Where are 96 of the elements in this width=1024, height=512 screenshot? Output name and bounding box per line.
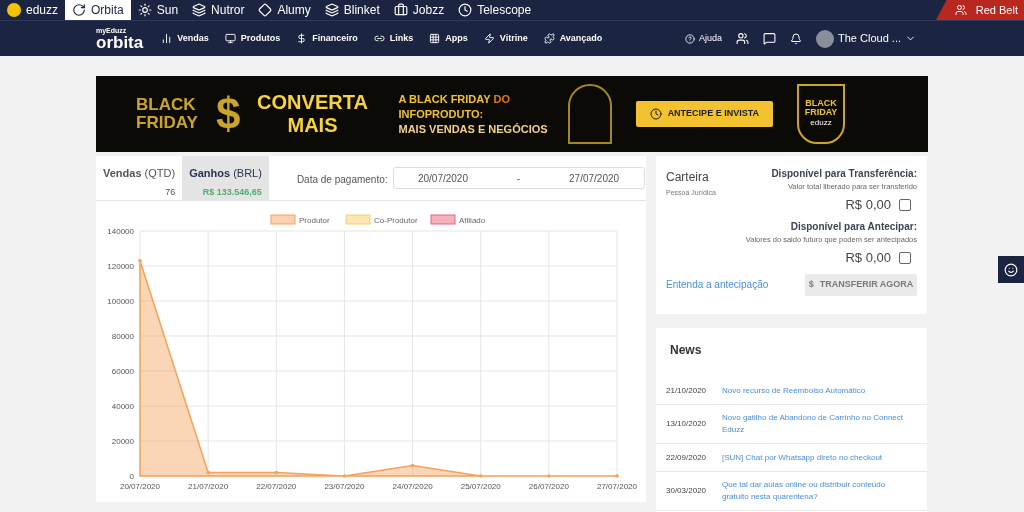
avatar[interactable] (816, 29, 834, 48)
legend-label: Afiliado (459, 216, 486, 225)
axis-label: 80000 (111, 332, 134, 341)
help-link[interactable]: Ajuda (685, 31, 722, 46)
logo-icon (7, 3, 21, 17)
news-link[interactable]: Novo gatilho de Abandono de Carrinho no Connect Eduzz (722, 412, 912, 436)
stack-icon (324, 3, 339, 17)
nav-link[interactable]: Links (365, 31, 422, 46)
section-title: Disponível para Transferência: (771, 167, 917, 181)
axis-label: 25/07/2020 (460, 482, 501, 491)
nav-link[interactable]: Financeiro (288, 31, 366, 46)
app-tab[interactable]: Alumy (251, 0, 318, 20)
badge-title: BLACK FRIDAY (803, 99, 839, 117)
news-link[interactable]: Novo recurso de Reembolso Automático (722, 384, 912, 397)
legend-label: Co-Produtor (374, 216, 418, 225)
axis-label: 27/07/2020 (597, 482, 637, 491)
date-to: 27/07/2020 (569, 171, 620, 186)
monitor-icon (224, 33, 236, 44)
axis-label: 40000 (111, 402, 134, 411)
app-tab[interactable]: Telescope (451, 0, 539, 20)
ring-icon (72, 3, 87, 17)
app-tab[interactable]: Sun (130, 0, 186, 20)
banner-headline: CONVERTA MAIS (256, 91, 369, 137)
brand-logo[interactable]: orbita (96, 33, 144, 51)
axis-label: 23/07/2020 (324, 482, 365, 491)
smile-icon (1004, 262, 1018, 277)
app-tab[interactable]: Jobzz (386, 0, 452, 20)
news-date: 30/03/2020 (666, 485, 708, 497)
section-title: Disponível para Antecipar: (790, 219, 917, 234)
app-tab[interactable]: Blinket (317, 0, 387, 20)
date-label: Data de pagamento: (296, 173, 388, 187)
bell-icon[interactable] (790, 32, 802, 45)
nav-link[interactable]: Avançado (535, 31, 611, 46)
bolt-icon (483, 33, 495, 44)
axis-label: 26/07/2020 (528, 482, 569, 491)
dollar-sign: $ (216, 90, 241, 138)
news-link[interactable]: Que tal dar aulas online ou distribuir conteúdo gratuito nesta quarentena? (722, 479, 912, 503)
legend-swatch (345, 214, 371, 225)
date-separator: - (516, 171, 521, 186)
axis-label: 0 (129, 472, 134, 481)
amount: R$ 0,00 (845, 249, 891, 267)
axis-label: 21/07/2020 (188, 482, 229, 491)
legend-swatch (430, 214, 456, 225)
checkbox[interactable] (899, 251, 911, 264)
legend-label: Produtor (299, 216, 330, 225)
axis-label: 24/07/2020 (392, 482, 433, 491)
layers-icon (192, 3, 207, 17)
amount: R$ 0,00 (845, 196, 891, 215)
news-title: News (669, 342, 703, 359)
dollar-icon (296, 33, 308, 44)
banner-button[interactable]: ANTECIPE E INVISTA (635, 101, 773, 127)
axis-label: 60000 (111, 367, 134, 376)
link-icon (373, 33, 385, 44)
briefcase-icon (393, 3, 408, 17)
checkbox[interactable] (899, 199, 911, 211)
app-tab[interactable]: Orbita (65, 0, 131, 20)
help-icon (685, 33, 695, 44)
banner-text: A BLACK FRIDAY DO (398, 91, 511, 107)
stats-tab[interactable]: Ganhos (BRL) R$ 133.546,65 (182, 156, 269, 200)
news-date: 21/10/2020 (666, 384, 708, 397)
clock-icon (458, 3, 473, 17)
news-link[interactable]: [SUN] Chat por Whatsapp direto no checkout (722, 451, 912, 464)
clock-icon (649, 108, 662, 120)
axis-label: 100000 (107, 297, 134, 306)
axis-label: 20/07/2020 (120, 482, 160, 491)
grid-icon (429, 33, 441, 44)
nav-link[interactable]: Produtos (216, 31, 289, 46)
axis-label: 20000 (111, 437, 134, 446)
nav-link[interactable]: Apps (421, 31, 476, 46)
app-tab[interactable]: Nutror (185, 0, 252, 20)
date-from: 20/07/2020 (417, 171, 468, 186)
news-date: 13/10/2020 (666, 418, 708, 430)
belt-label: Red Belt (975, 2, 1018, 18)
date-range-field[interactable]: 20/07/2020 - 27/07/2020 (392, 167, 645, 189)
legend-swatch (270, 214, 296, 225)
news-date: 22/09/2020 (666, 451, 708, 464)
user-name[interactable]: The Cloud ... (838, 30, 901, 47)
people-icon[interactable] (736, 32, 749, 45)
app-tab[interactable]: eduzz (0, 0, 66, 20)
banner-text: MAIS VENDAS E NEGÓCIOS (398, 121, 548, 137)
axis-label: 120000 (107, 262, 134, 271)
diamond-icon (258, 3, 273, 17)
wallet-title: Carteira (666, 169, 709, 186)
badge-brand: eduzz (810, 117, 832, 129)
banner-text: INFOPRODUTO: (398, 106, 485, 122)
axis-label: 140000 (107, 227, 134, 236)
bar-chart-icon (161, 33, 173, 44)
sun-icon (137, 3, 152, 17)
nav-link[interactable]: Vitrine (475, 31, 536, 46)
antecipation-link[interactable]: Entenda a antecipação (666, 277, 769, 292)
chat-icon[interactable] (763, 32, 776, 45)
banner-title: BLACK FRIDAY (136, 96, 199, 132)
feedback-button[interactable] (998, 256, 1024, 283)
puzzle-icon (543, 33, 555, 44)
nav-link[interactable]: Vendas (153, 31, 217, 46)
axis-label: 22/07/2020 (256, 482, 297, 491)
